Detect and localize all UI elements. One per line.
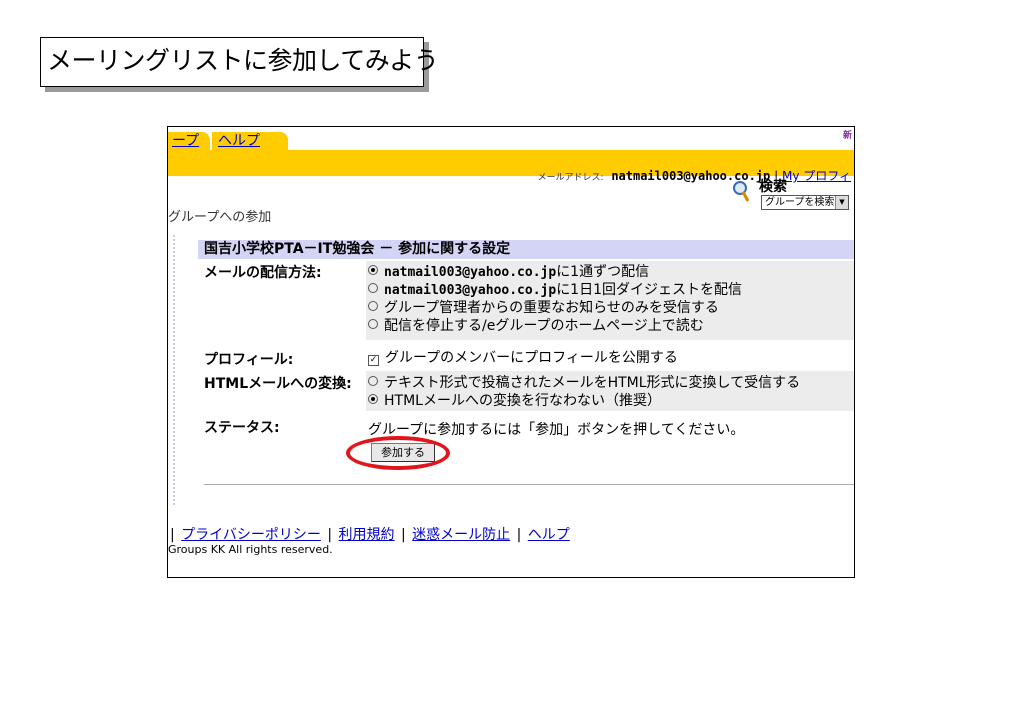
radio-delivery-special[interactable] (368, 301, 378, 311)
search-scope-select[interactable]: グループを検索 ▼ (761, 195, 849, 210)
footer-links: | プライバシーポリシー | 利用規約 | 迷惑メール防止 | ヘルプ (168, 524, 570, 544)
privacy-policy-link[interactable]: プライバシーポリシー (181, 527, 321, 543)
radio-delivery-each[interactable] (368, 265, 378, 275)
search-label: 検索 (759, 179, 787, 195)
delivery-option-each[interactable]: natmail003@yahoo.co.jpに1通ずつ配信 (368, 264, 649, 281)
settings-panel-title: 国吉小学校PTA－IT勉強会 － 参加に関する設定 (198, 240, 854, 259)
delivery-option-text: グループ管理者からの重要なお知らせのみを受信する (384, 300, 719, 316)
delivery-option-digest[interactable]: natmail003@yahoo.co.jpに1日1回ダイジェストを配信 (368, 282, 742, 299)
html-option-text: HTMLメールへの変換を行なわない（推奨） (384, 393, 661, 409)
dotted-divider (173, 235, 175, 505)
status-text: グループに参加するには「参加」ボタンを押してください。 (368, 422, 745, 438)
html-option-convert[interactable]: テキスト形式で投稿されたメールをHTML形式に変換して受信する (368, 375, 800, 391)
footer-separator: | (516, 527, 522, 543)
profile-option[interactable]: ✓ グループのメンバーにプロフィールを公開する (368, 350, 678, 366)
delivery-option-address: natmail003@yahoo.co.jp (384, 283, 557, 298)
footer-separator: | (327, 527, 333, 543)
delivery-option-address: natmail003@yahoo.co.jp (384, 265, 557, 280)
profile-checkbox[interactable]: ✓ (368, 355, 379, 366)
spam-prevention-link[interactable]: 迷惑メール防止 (412, 527, 510, 543)
search-scope-value: グループを検索 (765, 197, 835, 208)
tab-help[interactable]: ヘルプ (212, 132, 288, 150)
browser-screenshot: ープ ヘルプ 新 メールアドレス: natmail003@yahoo.co.jp… (167, 126, 855, 578)
delivery-label: メールの配信方法: (204, 265, 322, 281)
terms-link[interactable]: 利用規約 (339, 527, 395, 543)
new-badge[interactable]: 新 (843, 128, 852, 141)
html-mail-label: HTMLメールへの変換: (204, 376, 352, 392)
radio-html-noconvert[interactable] (368, 394, 378, 404)
radio-delivery-web[interactable] (368, 319, 378, 329)
highlight-circle (346, 436, 450, 470)
footer-separator: | (400, 527, 406, 543)
tab-help-link[interactable]: ヘルプ (218, 133, 260, 149)
footer-help-link[interactable]: ヘルプ (528, 527, 570, 543)
radio-delivery-digest[interactable] (368, 283, 378, 293)
status-label: ステータス: (204, 420, 280, 436)
tab-groups[interactable]: ープ (168, 132, 210, 150)
search-icon[interactable] (731, 180, 751, 204)
radio-html-convert[interactable] (368, 376, 378, 386)
copyright: Groups KK All rights reserved. (168, 543, 333, 556)
chevron-down-icon[interactable]: ▼ (835, 196, 848, 209)
mail-address-label: メールアドレス: (537, 173, 604, 183)
delivery-option-special[interactable]: グループ管理者からの重要なお知らせのみを受信する (368, 300, 719, 316)
html-option-text: テキスト形式で投稿されたメールをHTML形式に変換して受信する (384, 375, 801, 391)
tab-bar: ープ ヘルプ 新 (168, 127, 854, 150)
divider (204, 484, 854, 485)
delivery-option-web[interactable]: 配信を停止する/eグループのホームページ上で読む (368, 318, 704, 334)
profile-label: プロフィール: (204, 352, 294, 368)
delivery-option-text: 配信を停止する/eグループのホームページ上で読む (384, 318, 704, 334)
page-title: グループへの参加 (168, 210, 272, 225)
html-option-noconvert[interactable]: HTMLメールへの変換を行なわない（推奨） (368, 393, 661, 409)
profile-option-text: グループのメンバーにプロフィールを公開する (385, 350, 678, 366)
delivery-option-text: に1日1回ダイジェストを配信 (556, 282, 743, 298)
tab-groups-link[interactable]: ープ (172, 133, 199, 149)
search-box: 検索 グループを検索 ▼ (731, 178, 851, 218)
footer-separator: | (170, 527, 175, 543)
slide-title: メーリングリストに参加してみよう (40, 37, 439, 87)
delivery-option-text: に1通ずつ配信 (556, 264, 650, 280)
